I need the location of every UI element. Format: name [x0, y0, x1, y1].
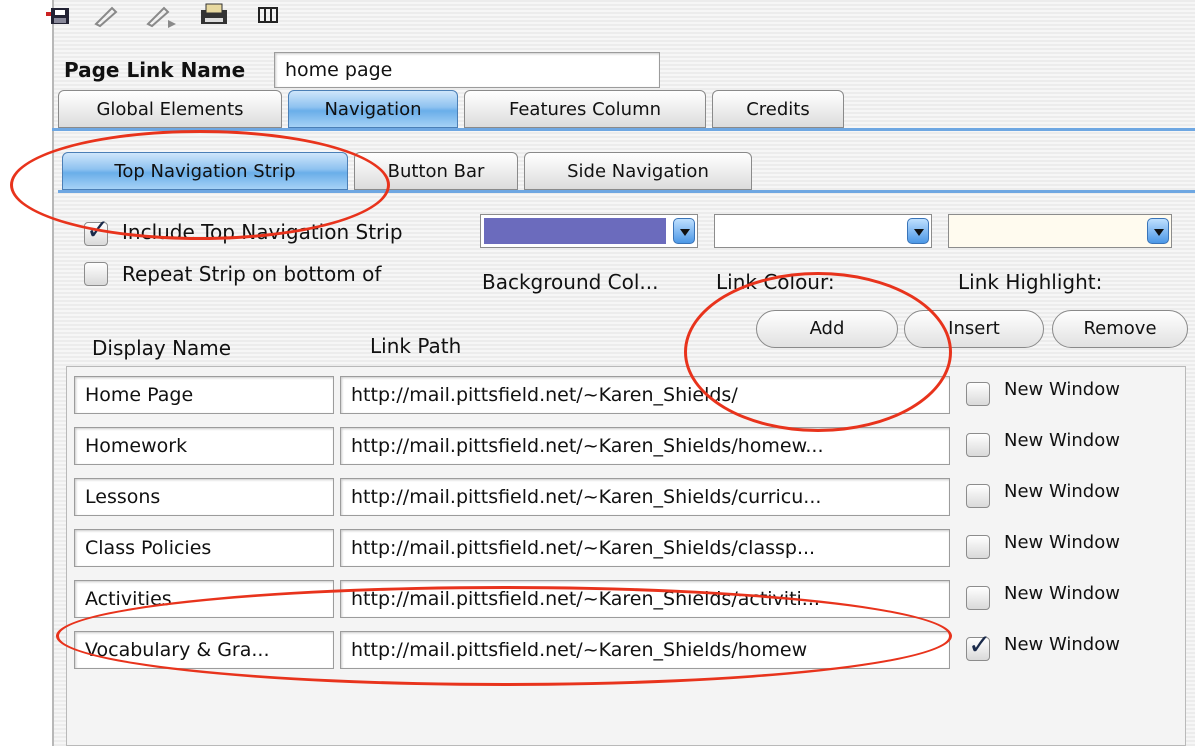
chevron-down-icon[interactable] — [907, 218, 929, 244]
link-highlight-picker[interactable] — [948, 214, 1172, 248]
new-window-label: New Window — [1004, 379, 1120, 400]
display-name-field[interactable]: Class Policies — [74, 529, 334, 567]
new-window-label: New Window — [1004, 481, 1120, 502]
tab-label: Navigation — [324, 99, 422, 120]
new-window-checkbox[interactable]: ✓ — [966, 630, 991, 661]
page-link-name-label: Page Link Name — [64, 58, 246, 82]
link-path-field[interactable]: http://mail.pittsfield.net/~Karen_Shield… — [340, 478, 950, 516]
tab-label: Global Elements — [96, 99, 244, 120]
tab-label: Top Navigation Strip — [114, 161, 296, 182]
display-name-field[interactable]: Home Page — [74, 376, 334, 414]
include-strip-label: Include Top Navigation Strip — [122, 220, 403, 244]
display-name-field[interactable]: Lessons — [74, 478, 334, 516]
link-path-header: Link Path — [370, 334, 462, 358]
save-icon[interactable] — [46, 2, 72, 37]
page-link-name-input[interactable]: home page — [274, 52, 660, 88]
chevron-down-icon[interactable] — [1147, 218, 1169, 244]
checkmark-icon: ✓ — [968, 628, 992, 661]
display-name-field[interactable]: Homework — [74, 427, 334, 465]
subtab-divider — [58, 190, 1195, 193]
chevron-down-icon[interactable] — [673, 218, 695, 244]
tab-label: Side Navigation — [567, 161, 709, 182]
tab-top-navigation-strip[interactable]: Top Navigation Strip — [62, 152, 348, 190]
columns-icon[interactable] — [256, 2, 282, 37]
new-window-label: New Window — [1004, 430, 1120, 451]
tab-side-navigation[interactable]: Side Navigation — [524, 152, 752, 190]
pencil-arrow-icon[interactable] — [144, 2, 178, 37]
tab-navigation[interactable]: Navigation — [288, 90, 458, 128]
link-path-field[interactable]: http://mail.pittsfield.net/~Karen_Shield… — [340, 376, 950, 414]
link-highlight-label: Link Highlight: — [958, 270, 1103, 294]
new-window-label: New Window — [1004, 532, 1120, 553]
tab-label: Credits — [746, 99, 810, 120]
new-window-checkbox[interactable] — [966, 382, 990, 406]
repeat-strip-label: Repeat Strip on bottom of — [122, 262, 382, 286]
checkmark-icon: ✓ — [86, 213, 110, 246]
link-color-picker[interactable] — [714, 214, 932, 248]
link-path-field[interactable]: http://mail.pittsfield.net/~Karen_Shield… — [340, 427, 950, 465]
tab-credits[interactable]: Credits — [712, 90, 844, 128]
tab-button-bar[interactable]: Button Bar — [354, 152, 518, 190]
add-button[interactable]: Add — [756, 310, 898, 348]
tab-features-column[interactable]: Features Column — [464, 90, 706, 128]
new-window-label: New Window — [1004, 634, 1120, 655]
toolbar — [46, 0, 1195, 46]
link-path-field[interactable]: http://mail.pittsfield.net/~Karen_Shield… — [340, 580, 950, 618]
printer-icon[interactable] — [198, 2, 230, 37]
tab-label: Features Column — [508, 99, 662, 120]
tab-divider — [52, 128, 1195, 131]
new-window-checkbox[interactable] — [966, 484, 990, 508]
display-name-field[interactable]: Vocabulary & Gra... — [74, 631, 334, 669]
repeat-strip-checkbox[interactable] — [84, 262, 108, 286]
link-path-field[interactable]: http://mail.pittsfield.net/~Karen_Shield… — [340, 631, 950, 669]
edit-pencil-icon[interactable] — [92, 2, 122, 37]
tab-label: Button Bar — [387, 161, 485, 182]
display-name-field[interactable]: Activities — [74, 580, 334, 618]
new-window-checkbox[interactable] — [966, 535, 990, 559]
background-color-picker[interactable] — [480, 214, 698, 248]
tab-global-elements[interactable]: Global Elements — [58, 90, 282, 128]
insert-button[interactable]: Insert — [904, 310, 1044, 348]
include-strip-checkbox[interactable]: ✓ — [84, 215, 109, 246]
new-window-checkbox[interactable] — [966, 586, 990, 610]
new-window-label: New Window — [1004, 583, 1120, 604]
remove-button[interactable]: Remove — [1052, 310, 1188, 348]
display-name-header: Display Name — [92, 336, 232, 360]
background-color-swatch — [484, 218, 666, 244]
link-path-field[interactable]: http://mail.pittsfield.net/~Karen_Shield… — [340, 529, 950, 567]
background-color-label: Background Col... — [482, 270, 659, 294]
link-colour-label: Link Colour: — [716, 270, 835, 294]
new-window-checkbox[interactable] — [966, 433, 990, 457]
